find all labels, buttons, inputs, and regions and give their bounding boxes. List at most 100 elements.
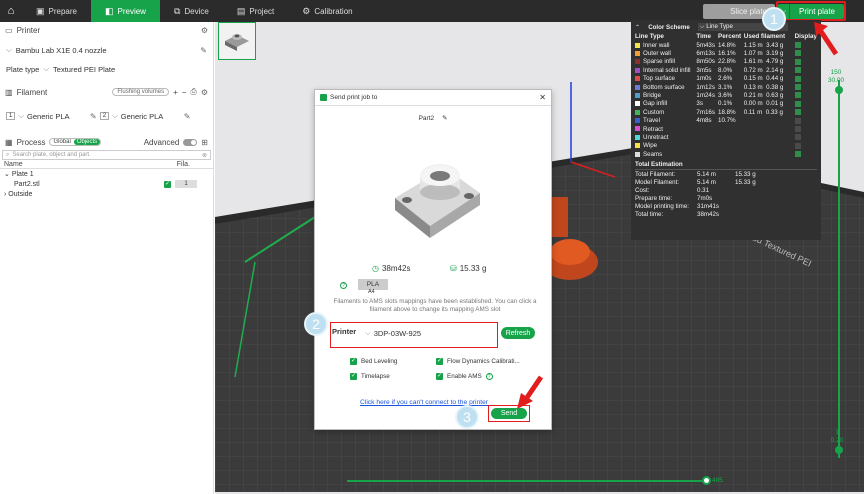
line-type-row: Wipe	[635, 142, 817, 150]
ams-sync-icon[interactable]: ⎙	[190, 87, 196, 97]
edit-name-icon[interactable]: ✎	[442, 115, 447, 122]
timelapse-checkbox[interactable]: ✓	[350, 373, 357, 380]
flow-dynamics-checkbox[interactable]: ✓	[436, 358, 443, 365]
filament-select-1[interactable]: Generic PLA	[27, 112, 87, 121]
tab-preview[interactable]: ◧ Preview	[90, 0, 160, 22]
line-type-row: Gap infill 3s 0.1% 0.00 m 0.01 g	[635, 100, 817, 108]
preview-icon: ◧	[104, 5, 114, 16]
line-type-table: Line Type Time Percent Used filament Dis…	[635, 32, 817, 158]
chevron-right-icon[interactable]: ›	[4, 191, 6, 198]
filament-weight-stat: ⛁ 15.33 g	[450, 264, 487, 273]
edit-icon[interactable]: ✎	[184, 112, 191, 121]
chevron-down-icon[interactable]: ⌄	[4, 170, 10, 178]
advanced-toggle[interactable]	[183, 138, 198, 146]
flushing-volumes-button[interactable]: Flushing volumes	[112, 88, 170, 96]
timelapse-option[interactable]: ✓ Timelapse	[350, 373, 390, 380]
tab-calibration[interactable]: ⚙ Calibration	[288, 0, 366, 22]
clear-icon[interactable]: ⊗	[202, 152, 207, 159]
project-icon: ▤	[236, 5, 246, 16]
remove-icon[interactable]: −	[182, 88, 187, 97]
move-slider[interactable]	[347, 480, 705, 482]
bottom-layer-label: 1 0.20	[830, 429, 844, 444]
color-swatch	[635, 42, 640, 48]
help-icon[interactable]: ?	[485, 373, 493, 380]
print-plate-button[interactable]: ⌵ Print plate	[778, 4, 844, 19]
settings-icon[interactable]: ⚙	[201, 88, 208, 97]
part-preview-image	[395, 164, 480, 238]
prepare-icon: ▣	[36, 5, 45, 16]
estimation-row: Model Filament: 5.14 m 15.33 g	[635, 178, 756, 186]
step-1-marker: 1	[762, 7, 786, 31]
tab-project[interactable]: ▤ Project	[223, 0, 288, 22]
top-layer-handle[interactable]	[835, 86, 843, 94]
display-checkbox[interactable]	[794, 151, 801, 158]
color-swatch	[635, 84, 640, 90]
display-checkbox[interactable]	[794, 67, 801, 74]
line-type-row: Unretract	[635, 133, 817, 141]
display-checkbox[interactable]	[794, 117, 801, 124]
edit-icon[interactable]: ✎	[200, 46, 207, 55]
enable-ams-option[interactable]: ✓ Enable AMS ?	[436, 373, 493, 380]
display-checkbox[interactable]	[794, 75, 801, 82]
color-swatch	[635, 143, 640, 149]
display-checkbox[interactable]	[794, 58, 801, 65]
display-checkbox[interactable]	[794, 142, 801, 149]
display-checkbox[interactable]	[794, 50, 801, 57]
red-arrow-3	[517, 375, 544, 409]
tree-outside-row[interactable]: › Outside	[0, 189, 213, 199]
red-arrow-1	[814, 22, 839, 56]
total-estimation-list: Total Filament: 5.14 m 15.33 g Model Filame…	[635, 170, 817, 218]
settings-icon[interactable]: ⚙	[201, 26, 208, 35]
left-panel: ▭ Printer ⚙ ⌵ Bambu Lab X1E 0.4 nozzle ✎…	[0, 22, 214, 494]
display-checkbox[interactable]	[794, 84, 801, 90]
color-swatch	[635, 92, 640, 98]
estimation-row: Prepare time: 7m0s	[635, 194, 713, 202]
line-type-row: Sparse infill 8m50s 22.8% 1.61 m 4.79 g	[635, 58, 817, 66]
color-scheme-panel: ⌃ Color Scheme ⌵ Line Type Line Type Tim…	[631, 20, 821, 240]
line-type-row: Custom 7m16s 18.8% 0.11 m 0.33 g	[635, 108, 817, 116]
display-checkbox[interactable]	[794, 109, 801, 116]
display-checkbox[interactable]	[794, 125, 801, 132]
tree-plate-row[interactable]: ⌄ Plate 1	[0, 169, 213, 179]
home-icon[interactable]: ⌂	[0, 0, 22, 22]
filament-slot-2: 2	[99, 112, 110, 120]
help-icon[interactable]: ?	[340, 282, 347, 289]
line-type-table-header: Line Type Time Percent Used filament Dis…	[635, 33, 817, 40]
bed-leveling-option[interactable]: ✓ Bed Leveling	[350, 358, 397, 365]
object-search-input[interactable]: ⌕ Search plate, object and part. ⊗	[2, 150, 211, 160]
add-icon[interactable]: +	[173, 88, 178, 97]
edit-icon[interactable]: ✎	[90, 112, 97, 121]
step-2-marker: 2	[304, 312, 328, 336]
tree-part-row[interactable]: Part2.stl ✓ 1	[0, 179, 213, 189]
tab-device[interactable]: ⧉ Device	[160, 0, 223, 22]
tab-prepare[interactable]: ▣ Prepare	[22, 0, 91, 22]
estimation-row: Cost: 0.31	[635, 186, 710, 194]
flow-dynamics-option[interactable]: ✓ Flow Dynamics Calibrati...	[436, 358, 520, 365]
layer-slider[interactable]	[838, 80, 840, 458]
enable-ams-checkbox[interactable]: ✓	[436, 373, 443, 380]
part-filament-select[interactable]: 1	[175, 180, 197, 188]
line-type-row: Inner wall 5m43s 14.8% 1.15 m 3.43 g	[635, 41, 817, 49]
visible-checkbox[interactable]: ✓	[164, 180, 171, 188]
process-scope-toggle[interactable]: Global Objects	[49, 138, 102, 146]
display-checkbox[interactable]	[794, 92, 801, 99]
dialog-title-bar: Send print job to ✕	[315, 90, 551, 106]
close-icon[interactable]: ✕	[539, 93, 546, 102]
compare-icon[interactable]: ⊞	[201, 138, 208, 147]
refresh-button[interactable]: Refresh	[501, 327, 535, 339]
move-slider-handle[interactable]	[702, 476, 711, 485]
bottom-layer-handle[interactable]	[835, 446, 843, 454]
printer-preset-select[interactable]: ⌵ Bambu Lab X1E 0.4 nozzle ✎	[0, 42, 213, 58]
display-checkbox[interactable]	[794, 100, 801, 107]
color-swatch	[635, 134, 640, 140]
plate-thumbnail[interactable]	[218, 22, 256, 60]
filament-select-2[interactable]: Generic PLA	[121, 112, 181, 121]
display-checkbox[interactable]	[794, 134, 801, 141]
move-count-label: 485	[712, 477, 723, 484]
printer-select[interactable]: ⌵ 3DP-03W-925	[365, 327, 493, 339]
plate-type-select[interactable]: Textured PEI Plate	[53, 65, 115, 74]
collapse-icon[interactable]: ⌃	[635, 24, 640, 31]
bed-leveling-checkbox[interactable]: ✓	[350, 358, 357, 365]
print-time-stat: ◷ 38m42s	[372, 264, 411, 273]
display-checkbox[interactable]	[794, 42, 801, 49]
